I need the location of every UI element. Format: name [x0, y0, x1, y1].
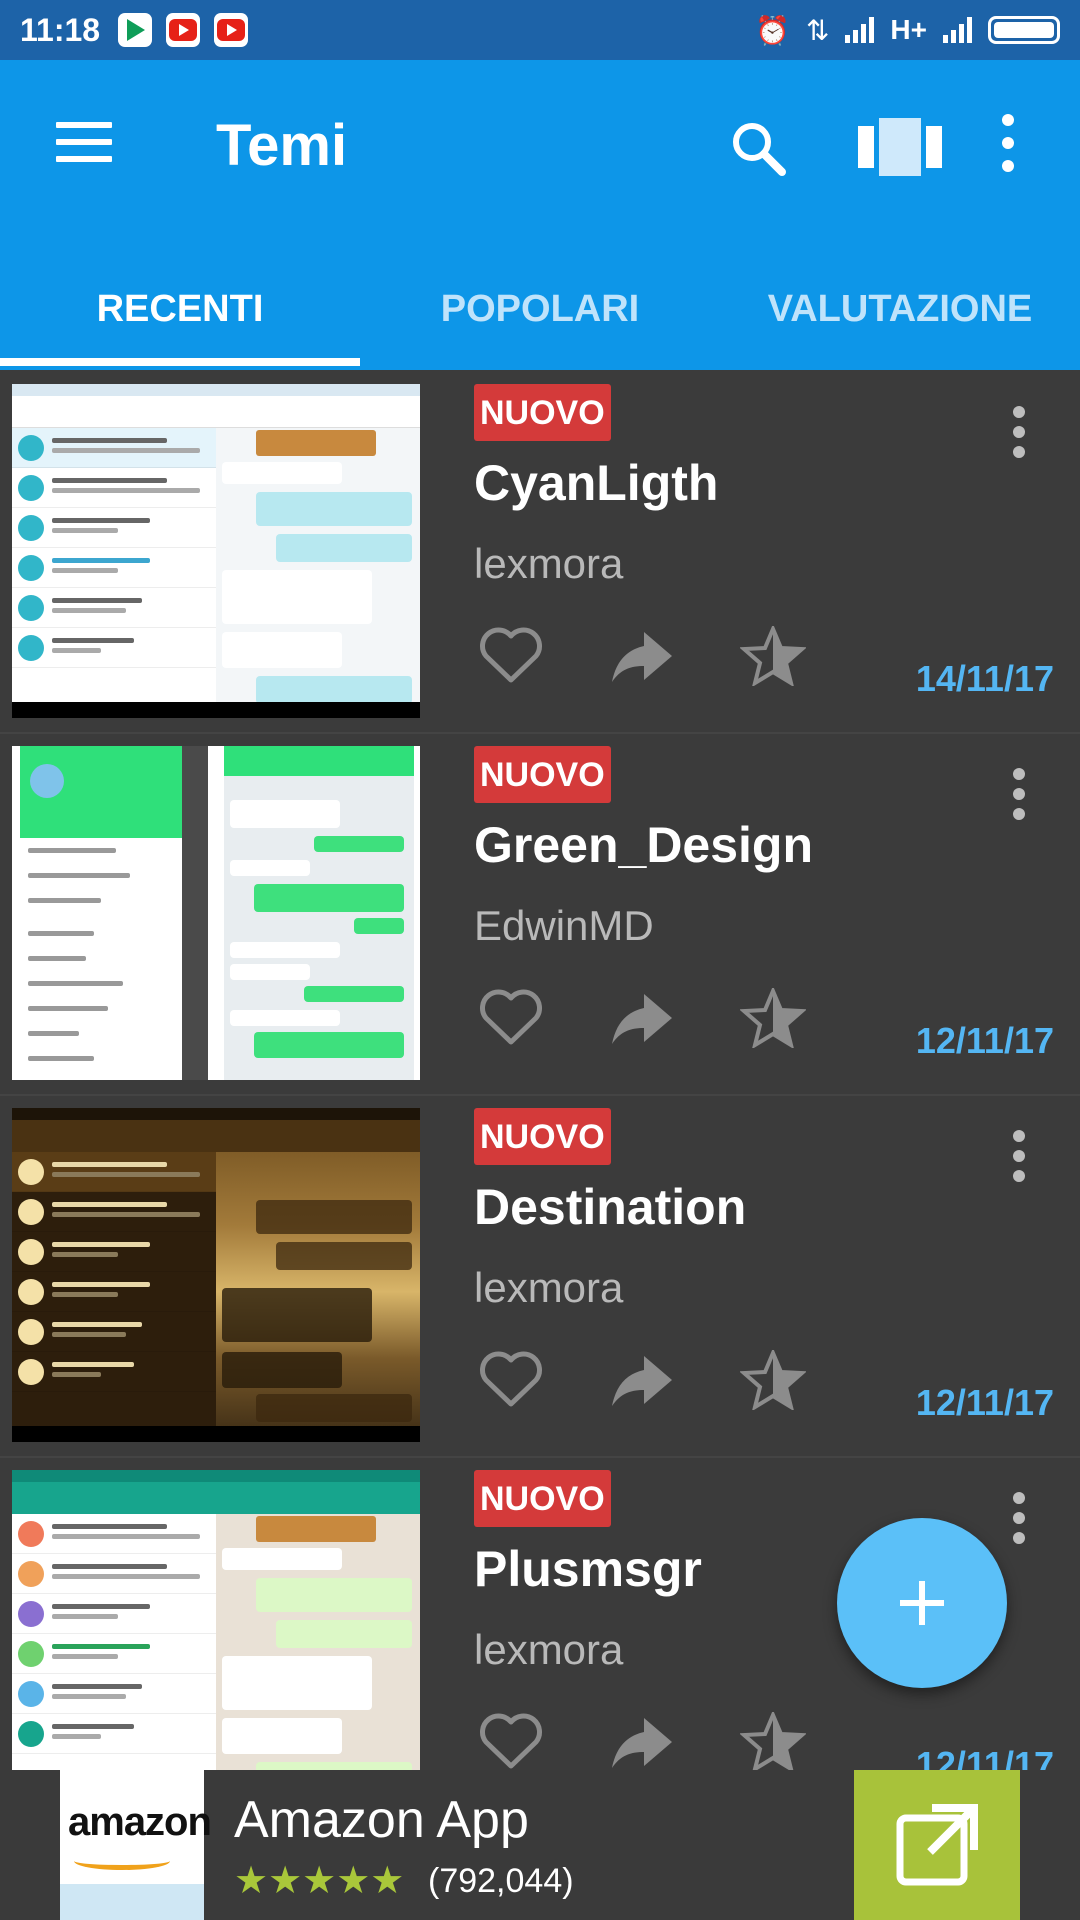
theme-author[interactable]: EdwinMD	[474, 902, 654, 950]
view-layout-icon[interactable]	[858, 118, 942, 176]
rating-star-icon[interactable]	[740, 988, 806, 1048]
tab-recenti[interactable]: RECENTI	[0, 270, 360, 370]
new-badge: NUOVO	[474, 1108, 611, 1165]
theme-preview-image[interactable]	[12, 384, 420, 718]
heart-icon[interactable]	[478, 626, 544, 686]
card-more-options-icon[interactable]	[1012, 406, 1026, 462]
rating-star-icon[interactable]	[740, 1712, 806, 1770]
heart-icon[interactable]	[478, 988, 544, 1048]
rating-star-icon[interactable]	[740, 1350, 806, 1410]
ad-logo-text: amazon	[68, 1800, 212, 1844]
battery-icon	[988, 16, 1060, 44]
theme-author[interactable]: lexmora	[474, 1264, 623, 1312]
open-external-icon	[896, 1804, 978, 1886]
heart-icon[interactable]	[478, 1712, 544, 1770]
share-icon[interactable]	[610, 626, 676, 686]
add-theme-button[interactable]	[837, 1518, 1007, 1688]
review-count: (792,044)	[428, 1862, 574, 1900]
theme-date: 12/11/17	[915, 1020, 1054, 1061]
app-bar: Temi RECENTI POPOLARI VALUTAZIONE	[0, 60, 1080, 370]
tab-popolari[interactable]: POPOLARI	[360, 270, 720, 370]
youtube-notification-icon	[214, 13, 249, 47]
theme-author[interactable]: lexmora	[474, 1626, 623, 1674]
theme-preview-image[interactable]	[12, 1108, 420, 1442]
status-icons: ⏰ ⇅ H+	[755, 14, 1060, 47]
amazon-smile-icon	[74, 1852, 170, 1870]
play-store-notification-icon	[118, 13, 153, 47]
new-badge: NUOVO	[474, 746, 611, 803]
tab-bar: RECENTI POPOLARI VALUTAZIONE	[0, 270, 1080, 370]
share-icon[interactable]	[610, 1712, 676, 1770]
theme-name: Plusmsgr	[474, 1541, 702, 1597]
plus-icon	[900, 1581, 944, 1625]
more-options-icon[interactable]	[1000, 114, 1016, 180]
theme-date: 14/11/17	[915, 658, 1054, 699]
theme-name: Green_Design	[474, 817, 814, 873]
theme-date: 12/11/17	[915, 1744, 1054, 1770]
ad-choices-icon[interactable]	[60, 1884, 204, 1920]
signal-icon	[845, 17, 875, 43]
theme-author[interactable]: lexmora	[474, 540, 623, 588]
menu-icon[interactable]	[56, 122, 112, 162]
network-type: H+	[890, 14, 927, 45]
rating-stars: ★★★★★	[234, 1858, 405, 1902]
data-transfer-icon: ⇅	[805, 13, 830, 47]
search-icon[interactable]	[728, 118, 788, 178]
youtube-notification-icon	[166, 13, 201, 47]
amazon-app-logo: amazon	[60, 1770, 212, 1920]
card-more-options-icon[interactable]	[1012, 1130, 1026, 1186]
card-more-options-icon[interactable]	[1012, 1492, 1026, 1548]
tab-indicator	[0, 358, 360, 366]
status-time: 11:18	[20, 11, 101, 48]
theme-preview-image[interactable]	[12, 1470, 420, 1770]
theme-preview-image[interactable]	[12, 746, 420, 1080]
ad-open-button[interactable]	[854, 1770, 1020, 1920]
share-icon[interactable]	[610, 1350, 676, 1410]
ad-banner[interactable]: amazon Amazon App ★★★★★ (792,044)	[0, 1770, 1080, 1920]
theme-card[interactable]: NUOVO Green_Design EdwinMD 12/11/17	[0, 734, 1080, 1096]
share-icon[interactable]	[610, 988, 676, 1048]
theme-name: CyanLigth	[474, 455, 719, 511]
theme-card[interactable]: NUOVO Destination lexmora 12/11/17	[0, 1096, 1080, 1458]
alarm-icon: ⏰	[755, 13, 790, 47]
status-bar: 11:18 ⏰ ⇅ H+	[0, 0, 1080, 60]
tab-valutazione[interactable]: VALUTAZIONE	[720, 270, 1080, 370]
rating-star-icon[interactable]	[740, 626, 806, 686]
card-more-options-icon[interactable]	[1012, 768, 1026, 824]
page-title: Temi	[216, 113, 348, 178]
signal-icon	[943, 17, 972, 43]
new-badge: NUOVO	[474, 384, 611, 441]
ad-title: Amazon App	[234, 1791, 529, 1849]
theme-date: 12/11/17	[915, 1382, 1054, 1423]
new-badge: NUOVO	[474, 1470, 611, 1527]
theme-card[interactable]: NUOVO CyanLigth lexmora 14/11/17	[0, 372, 1080, 734]
theme-name: Destination	[474, 1179, 747, 1235]
heart-icon[interactable]	[478, 1350, 544, 1410]
